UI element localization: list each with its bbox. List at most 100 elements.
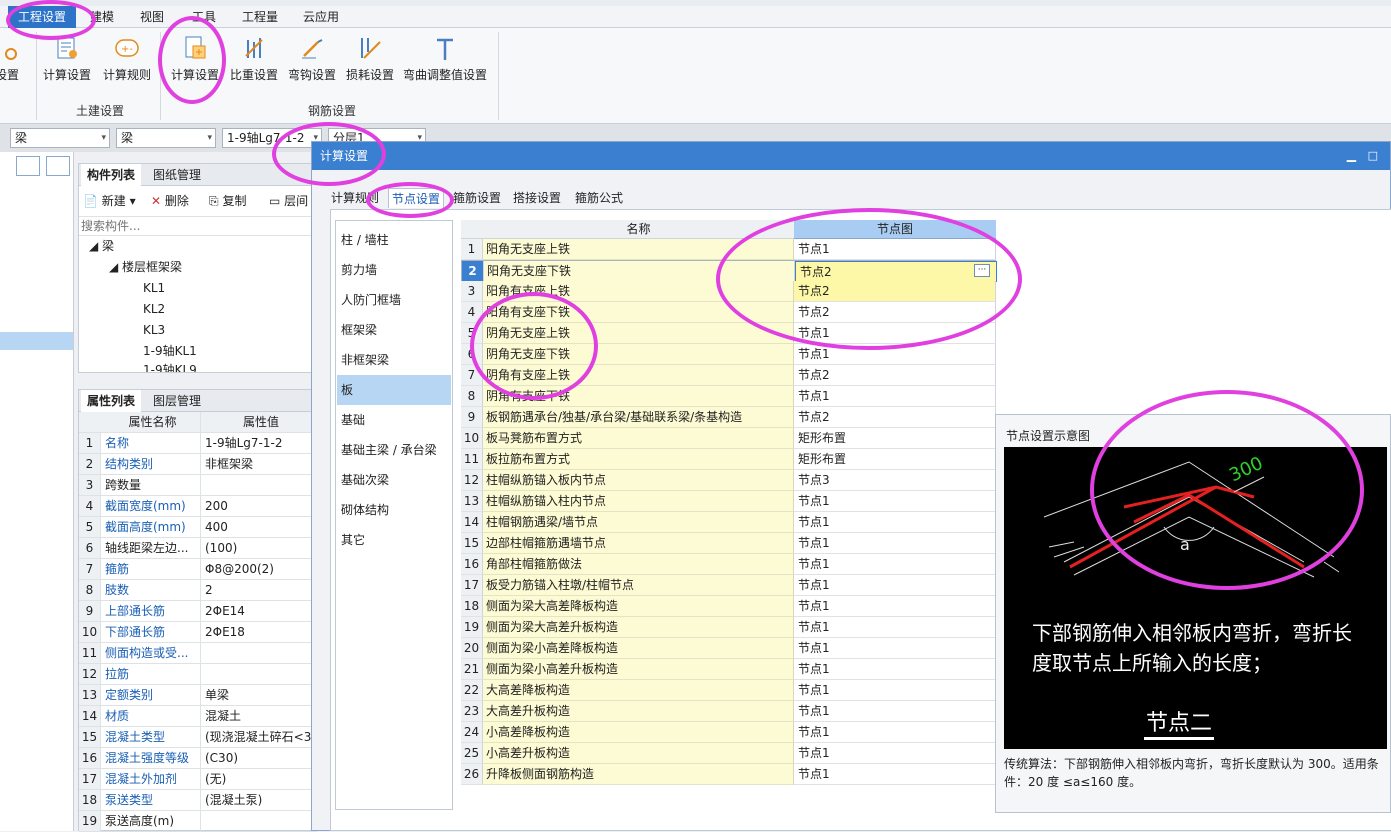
category-item[interactable]: 基础次梁 [337,465,451,495]
node-setting-row[interactable]: 15 边部柱帽箍筋遇墙节点 节点1 [461,533,996,554]
property-row[interactable]: 16 混凝土强度等级 (C30) [79,748,317,769]
node-value[interactable]: 节点1 [794,344,996,365]
node-value[interactable]: 节点3 [794,470,996,491]
property-row[interactable]: 4 截面宽度(mm) 200 [79,496,317,517]
node-value[interactable]: 节点2 [794,281,996,302]
property-value[interactable]: 200 [203,496,317,516]
node-setting-row[interactable]: 23 大高差升板构造 节点1 [461,701,996,722]
node-setting-row[interactable]: 13 柱帽纵筋锚入柱内节点 节点1 [461,491,996,512]
category-item[interactable]: 砌体结构 [337,495,451,525]
property-row[interactable]: 13 定额类别 单梁 [79,685,317,706]
property-value[interactable]: (100) [203,538,317,558]
tree-leaf-kl2[interactable]: KL2 [143,299,165,319]
property-row[interactable]: 19 泵送高度(m) [79,811,317,832]
property-row[interactable]: 10 下部通长筋 2ΦE18 [79,622,317,643]
property-row[interactable]: 6 轴线距梁左边... (100) [79,538,317,559]
property-value[interactable]: (C30) [203,748,317,768]
category-item[interactable]: 板 [337,375,451,405]
list-view-icon[interactable] [16,156,40,176]
node-setting-row[interactable]: 17 板受力筋锚入柱墩/柱帽节点 节点1 [461,575,996,596]
property-value[interactable]: 2ΦE14 [203,601,317,621]
node-value[interactable]: 节点1 [794,680,996,701]
tab-drawing-management[interactable]: 图纸管理 [147,164,207,186]
property-row[interactable]: 14 材质 混凝土 [79,706,317,727]
category-item[interactable]: 框架梁 [337,315,451,345]
category-item[interactable]: 非框架梁 [337,345,451,375]
property-value[interactable]: (现浇混凝土碎石<31 [203,727,317,747]
property-row[interactable]: 7 箍筋 Φ8@200(2) [79,559,317,580]
menu-view[interactable]: 视图 [140,6,164,28]
property-value[interactable]: 单梁 [203,685,317,705]
menu-quantity[interactable]: 工程量 [242,6,278,28]
menu-project-settings[interactable]: 工程设置 [8,6,77,28]
category-item[interactable]: 基础 [337,405,451,435]
node-setting-row[interactable]: 8 阴角有支座下铁 节点1 [461,386,996,407]
node-value[interactable]: 节点1 [794,533,996,554]
property-row[interactable]: 9 上部通长筋 2ΦE14 [79,601,317,622]
property-value[interactable]: Φ8@200(2) [203,559,317,579]
property-row[interactable]: 1 名称 1-9轴Lg7-1-2 [79,433,317,454]
property-value[interactable]: (混凝土泵) [203,790,317,810]
node-setting-row[interactable]: 12 柱帽纵筋锚入板内节点 节点3 [461,470,996,491]
node-setting-row[interactable]: 25 小高差升板构造 节点1 [461,743,996,764]
property-value[interactable]: 400 [203,517,317,537]
node-value[interactable]: 节点1 [794,512,996,533]
node-value[interactable]: 节点1 [794,491,996,512]
node-setting-row[interactable]: 3 阳角有支座上铁 节点2 [461,281,996,302]
menu-cloud[interactable]: 云应用 [303,6,339,28]
gangjin-calc-settings-button[interactable]: 计算设置 [166,32,224,92]
tujian-calc-settings-button[interactable]: 计算设置 [38,32,96,92]
tab-component-list[interactable]: 构件列表 [81,164,142,186]
interlayer-button[interactable]: ▭ 层间 [269,192,308,209]
node-setting-row[interactable]: 14 柱帽钢筋遇梁/墙节点 节点1 [461,512,996,533]
hook-settings-button[interactable]: 弯钩设置 [283,32,341,92]
property-row[interactable]: 12 拉筋 [79,664,317,685]
node-setting-row[interactable]: 9 板钢筋遇承台/独基/承台梁/基础联系梁/条基构造 节点2 [461,407,996,428]
node-setting-row[interactable]: 10 板马凳筋布置方式 矩形布置 [461,428,996,449]
node-value[interactable]: 节点2 [794,407,996,428]
node-value[interactable]: 节点1 [794,659,996,680]
node-setting-row[interactable]: 1 阳角无支座上铁 节点1 [461,239,996,260]
minimize-icon[interactable]: ▁ [1347,142,1356,168]
node-setting-row[interactable]: 16 角部柱帽箍筋做法 节点1 [461,554,996,575]
category-item[interactable]: 剪力墙 [337,255,451,285]
node-value[interactable]: 节点1 [794,764,996,785]
property-row[interactable]: 15 混凝土类型 (现浇混凝土碎石<31 [79,727,317,748]
component-type-select[interactable]: 梁 ▾ [116,128,216,148]
node-setting-row[interactable]: 18 侧面为梁大高差降板构造 节点1 [461,596,996,617]
floor-type-select[interactable]: 梁 ▾ [10,128,110,148]
node-setting-row[interactable]: 4 阳角有支座下铁 节点2 [461,302,996,323]
node-setting-row[interactable]: 11 板拉筋布置方式 矩形布置 [461,449,996,470]
node-value[interactable]: 节点1 [794,596,996,617]
node-value[interactable]: 节点1 [794,722,996,743]
property-value[interactable]: 混凝土 [203,706,317,726]
node-value[interactable]: 节点1 [794,617,996,638]
tab-property-list[interactable]: 属性列表 [81,390,142,412]
node-setting-row[interactable]: 24 小高差降板构造 节点1 [461,722,996,743]
copy-button[interactable]: ⎘ 复制 [209,192,246,209]
new-button[interactable]: 📄 新建 ▾ [83,192,136,209]
node-value[interactable]: 节点1 [794,323,996,344]
tab-stirrup-formula[interactable]: 箍筋公式 [572,188,626,208]
node-value[interactable]: 节点2 [795,261,997,282]
tab-lap-settings[interactable]: 搭接设置 [510,188,564,208]
tab-layer-management[interactable]: 图层管理 [147,390,207,412]
property-value[interactable]: (无) [203,769,317,789]
node-value[interactable]: 节点2 [794,365,996,386]
category-item[interactable]: 其它 [337,525,451,555]
property-value[interactable]: 非框架梁 [203,454,317,474]
property-row[interactable]: 11 侧面构造或受... [79,643,317,664]
tree-leaf-kl1[interactable]: KL1 [143,278,165,298]
bend-adjust-settings-button[interactable]: 弯曲调整值设置 [401,32,489,92]
component-select[interactable]: 1-9轴Lg7-1-2 ▾ [222,128,322,148]
node-setting-row[interactable]: 5 阴角无支座上铁 节点1 [461,323,996,344]
node-value[interactable]: 节点1 [794,575,996,596]
tab-stirrup-settings[interactable]: 箍筋设置 [450,188,504,208]
partial-settings-button[interactable]: 设置 [0,32,36,92]
node-value[interactable]: 节点1 [794,386,996,407]
maximize-icon[interactable]: □ [1368,142,1378,170]
node-value[interactable]: 节点2 [794,302,996,323]
nav-selected-item[interactable] [0,332,73,350]
property-row[interactable]: 8 肢数 2 [79,580,317,601]
property-row[interactable]: 18 泵送类型 (混凝土泵) [79,790,317,811]
